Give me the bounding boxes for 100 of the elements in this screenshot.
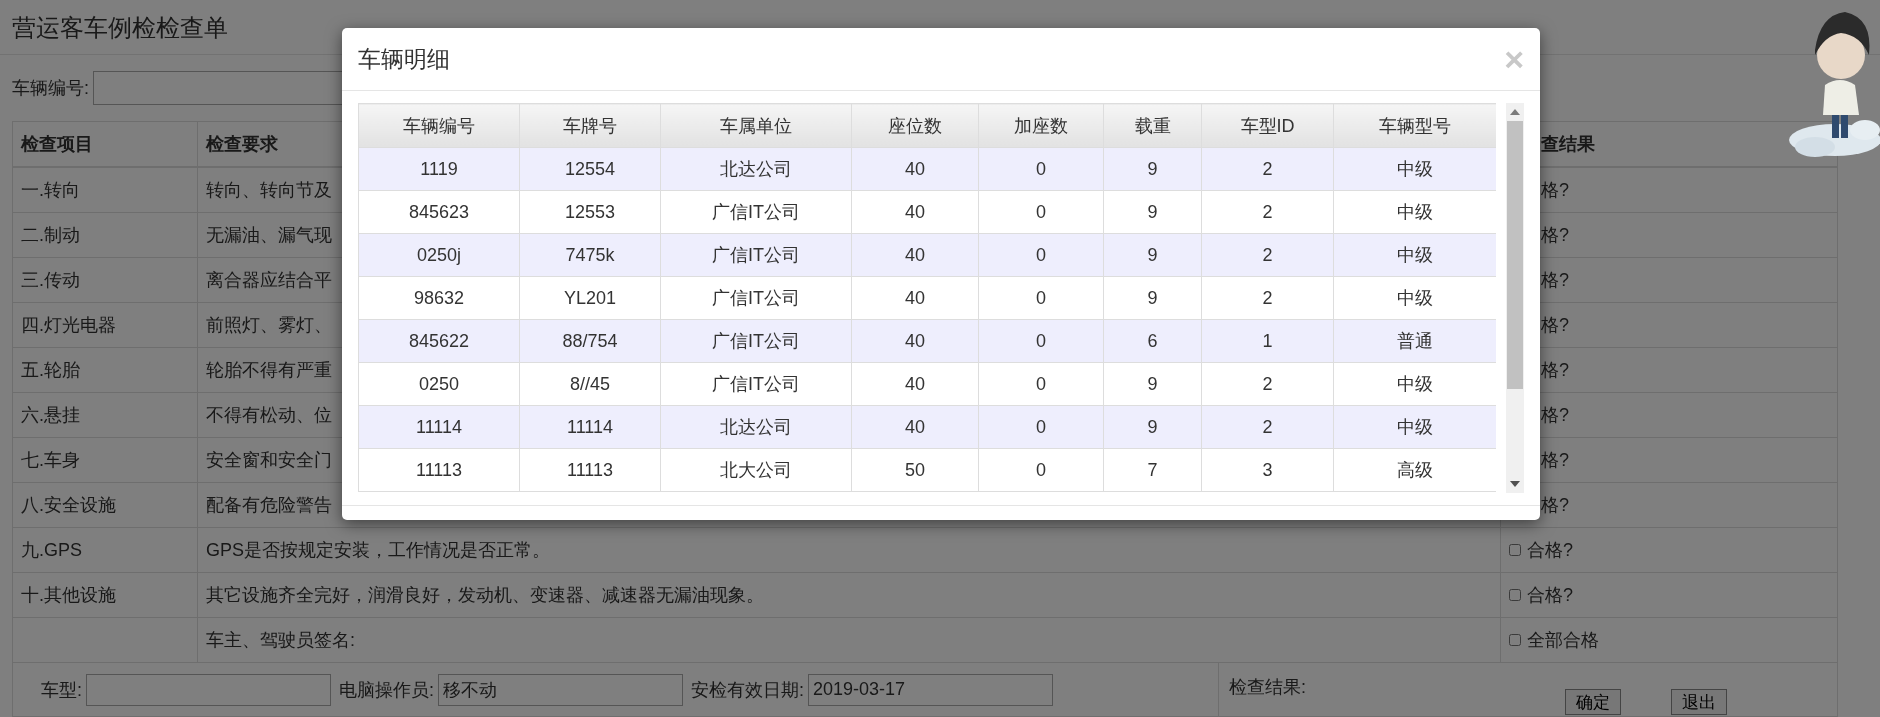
table-cell: 三.传动 [12, 257, 198, 303]
table-cell: 1 [1201, 319, 1334, 363]
column-header: 车辆型号 [1333, 103, 1496, 148]
checkbox-label: 格? [1541, 495, 1569, 515]
table-cell: 中级 [1333, 233, 1496, 277]
table-cell: 广信IT公司 [660, 319, 852, 363]
table-cell: 四.灯光电器 [12, 302, 198, 348]
input-field[interactable] [86, 673, 331, 706]
table-cell: 0 [978, 405, 1104, 449]
table-cell: 二.制动 [12, 212, 198, 258]
checkbox-label: 全部合格 [1527, 629, 1599, 652]
table-cell: 9 [1103, 362, 1202, 406]
table-cell: 北达公司 [660, 405, 852, 449]
table-cell: 五.轮胎 [12, 347, 198, 393]
table-cell: 2 [1201, 147, 1334, 191]
table-cell: GPS是否按规定安装，工作情况是否正常。 [197, 527, 1501, 573]
table-cell: 十.其他设施 [12, 572, 198, 618]
field-label: 安检有效日期: [691, 678, 805, 702]
table-cell: 40 [851, 147, 979, 191]
table-cell: 一.转向 [12, 167, 198, 213]
table-cell: 7475k [519, 233, 661, 277]
checkbox-label: 格? [1541, 315, 1569, 335]
form-button[interactable]: 退出 [1671, 689, 1727, 715]
table-cell: 50 [851, 448, 979, 492]
checkbox-label: 格? [1541, 450, 1569, 470]
table-cell: 普通 [1333, 319, 1496, 363]
checkbox-label: 格? [1541, 270, 1569, 290]
scrollbar[interactable] [1506, 103, 1524, 493]
column-header: 车型ID [1201, 103, 1334, 148]
checkbox-label: 格? [1541, 180, 1569, 200]
table-cell: 0250j [358, 233, 520, 277]
field-label: 车型: [41, 678, 82, 702]
form-button[interactable]: 确定 [1565, 689, 1621, 715]
table-cell: 广信IT公司 [660, 190, 852, 234]
checkbox-label: 格? [1541, 360, 1569, 380]
table-cell: 0 [978, 448, 1104, 492]
table-cell: 2 [1201, 405, 1334, 449]
table-cell: 11113 [519, 448, 661, 492]
column-header: 车属单位 [660, 103, 852, 148]
table-cell: 845622 [358, 319, 520, 363]
table-cell: 七.车身 [12, 437, 198, 483]
table-cell: 2 [1201, 190, 1334, 234]
checkbox[interactable] [1509, 544, 1521, 556]
table-cell: 2 [1201, 233, 1334, 277]
table-cell: 3 [1201, 448, 1334, 492]
column-header: 检查项目 [12, 121, 198, 167]
table-cell: 40 [851, 405, 979, 449]
table-cell: 0 [978, 319, 1104, 363]
table-cell: 0 [978, 233, 1104, 277]
scroll-up-icon[interactable] [1510, 109, 1520, 115]
column-header: 加座数 [978, 103, 1104, 148]
table-cell: 0 [978, 362, 1104, 406]
table-cell: 12554 [519, 147, 661, 191]
table-cell: 40 [851, 319, 979, 363]
table-cell: 9 [1103, 147, 1202, 191]
table-cell: 2 [1201, 362, 1334, 406]
table-cell: 六.悬挂 [12, 392, 198, 438]
table-cell: 9 [1103, 405, 1202, 449]
table-cell: 0 [978, 190, 1104, 234]
field-label: 车辆编号: [12, 77, 89, 100]
checkbox-label: 合格? [1527, 539, 1573, 562]
table-cell: 98632 [358, 276, 520, 320]
input-field[interactable]: 2019-03-17 [808, 673, 1054, 706]
table-cell: 40 [851, 362, 979, 406]
table-cell: 11114 [358, 405, 520, 449]
table-cell: 9 [1103, 190, 1202, 234]
table-cell: 2 [1201, 276, 1334, 320]
table-cell: 其它设施齐全完好，润滑良好，发动机、变速器、减速器无漏油现象。 [197, 572, 1501, 618]
field-label: 电脑操作员: [339, 678, 435, 702]
table-cell: 广信IT公司 [660, 362, 852, 406]
table-cell: 北大公司 [660, 448, 852, 492]
table-cell: 6 [1103, 319, 1202, 363]
table-cell: 广信IT公司 [660, 276, 852, 320]
table-cell: 八.安全设施 [12, 482, 198, 528]
checkbox-label: 格? [1541, 405, 1569, 425]
table-cell: 7 [1103, 448, 1202, 492]
table-cell: 北达公司 [660, 147, 852, 191]
table-cell: 0 [978, 276, 1104, 320]
table-cell: 88/754 [519, 319, 661, 363]
column-header: 车辆编号 [358, 103, 520, 148]
table-cell: 40 [851, 276, 979, 320]
table-cell: 11113 [358, 448, 520, 492]
checkbox[interactable] [1509, 634, 1521, 646]
table-cell: YL201 [519, 276, 661, 320]
table-cell: 11114 [519, 405, 661, 449]
table-cell: 40 [851, 190, 979, 234]
checkbox[interactable] [1509, 589, 1521, 601]
input-field[interactable]: 移不动 [438, 673, 684, 706]
table-cell: 九.GPS [12, 527, 198, 573]
table-cell: 车主、驾驶员签名: [197, 617, 1501, 663]
table-cell: 8//45 [519, 362, 661, 406]
checkbox-label: 合格? [1527, 584, 1573, 607]
table-cell: 1119 [358, 147, 520, 191]
column-header: 座位数 [851, 103, 979, 148]
table-cell: 0 [978, 147, 1104, 191]
table-cell: 中级 [1333, 405, 1496, 449]
table-cell: 12553 [519, 190, 661, 234]
table-cell: 845623 [358, 190, 520, 234]
scroll-down-icon[interactable] [1510, 481, 1520, 487]
table-cell: 广信IT公司 [660, 233, 852, 277]
